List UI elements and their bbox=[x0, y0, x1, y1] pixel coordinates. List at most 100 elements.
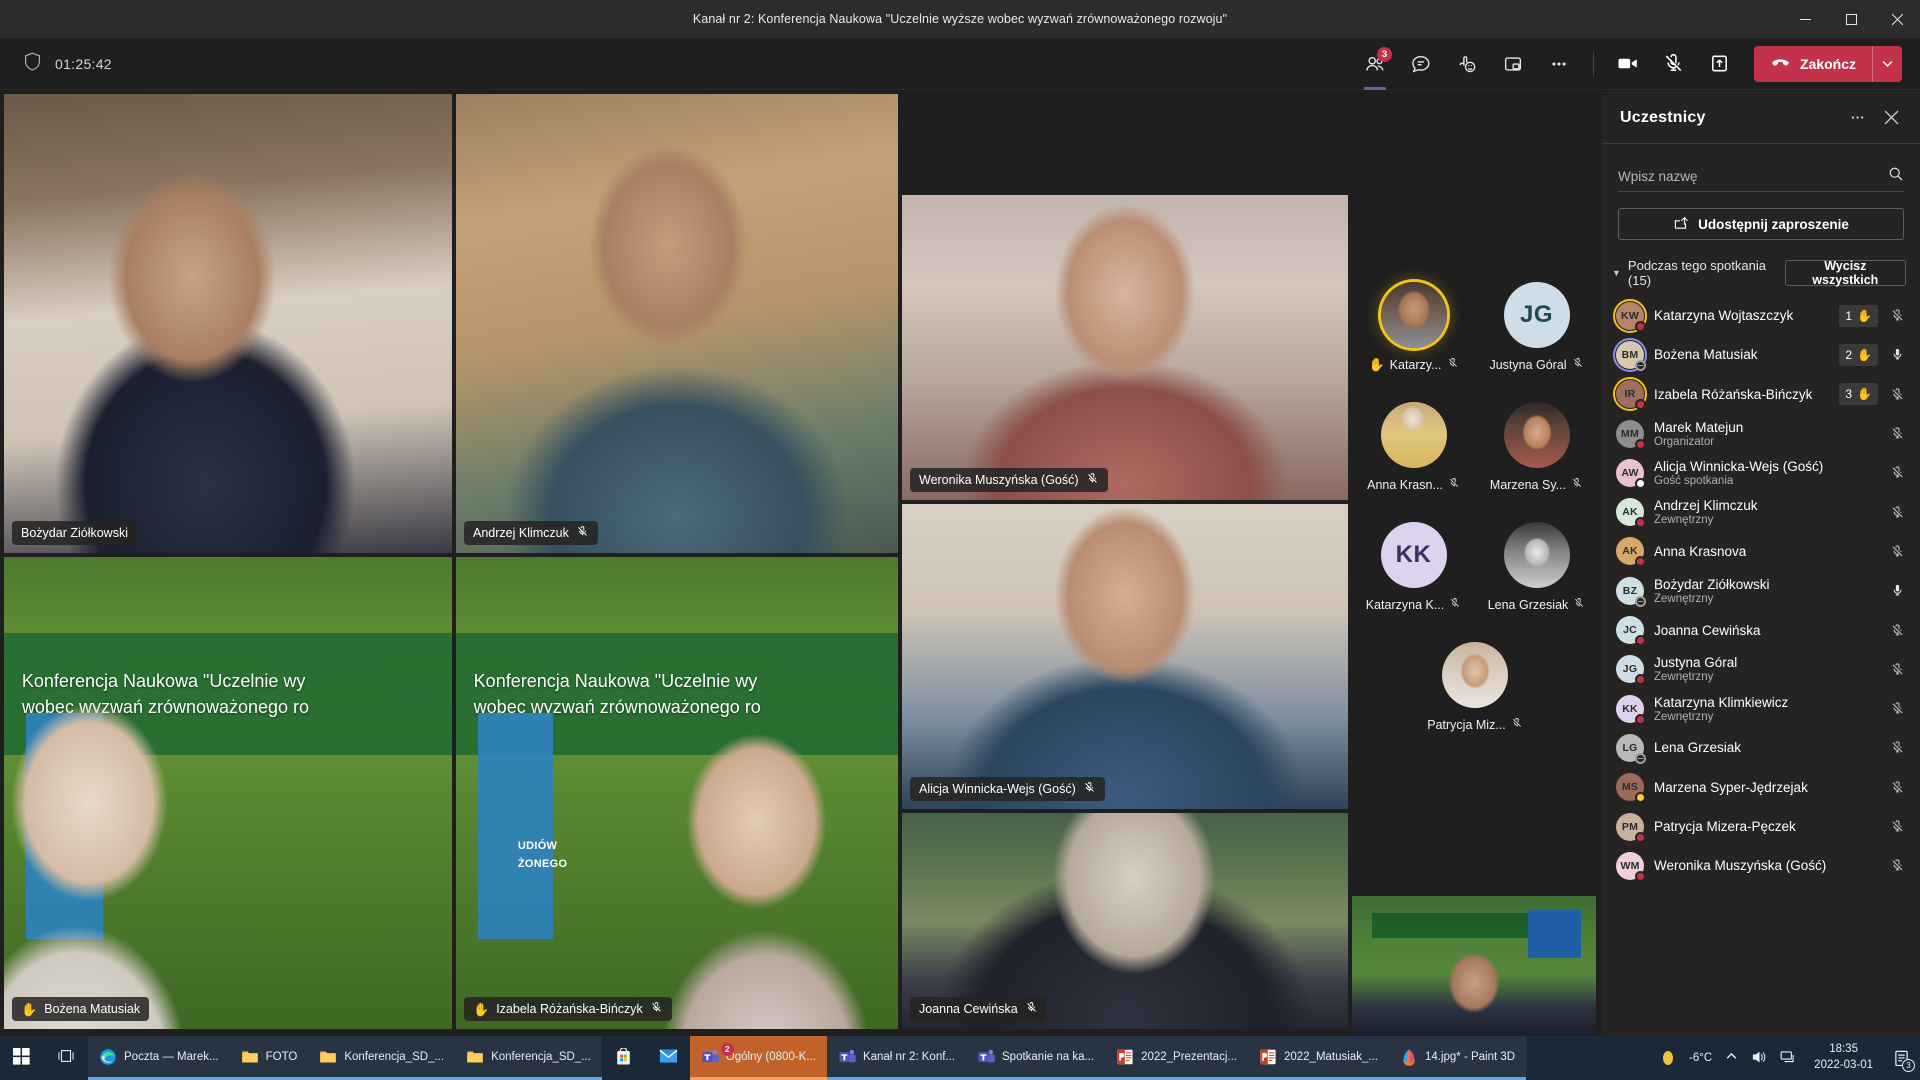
avatar-cell-lena-grzesiak[interactable]: Lena Grzesiak bbox=[1475, 522, 1598, 612]
mic-off-icon[interactable] bbox=[1888, 544, 1906, 559]
volume-icon[interactable] bbox=[1751, 1049, 1767, 1068]
participants-list[interactable]: KW Katarzyna Wojtaszczyk 1 ✋ BM Bożena M… bbox=[1602, 292, 1920, 1036]
microphone-button[interactable] bbox=[1652, 46, 1696, 82]
self-view-tile[interactable] bbox=[1352, 896, 1596, 1036]
chat-button[interactable] bbox=[1399, 46, 1443, 82]
weather-sun-icon[interactable] bbox=[1660, 1048, 1676, 1068]
participant-name: Weronika Muszyńska (Gość) bbox=[1654, 858, 1827, 874]
taskbar-item[interactable]: 2022_Prezentacj... bbox=[1105, 1036, 1248, 1080]
mic-off-icon[interactable] bbox=[1888, 740, 1906, 755]
network-icon[interactable] bbox=[1780, 1049, 1797, 1068]
search-icon[interactable] bbox=[1888, 166, 1904, 187]
start-button[interactable] bbox=[0, 1036, 44, 1080]
mic-off-icon[interactable] bbox=[1888, 858, 1906, 873]
participant-row[interactable]: AK Andrzej Klimczuk Zewnętrzny bbox=[1610, 492, 1914, 531]
breakout-rooms-button[interactable] bbox=[1491, 46, 1535, 82]
taskbar-item[interactable] bbox=[602, 1036, 646, 1080]
video-tile-weronika[interactable]: Weronika Muszyńska (Gość) bbox=[902, 195, 1348, 500]
share-button[interactable] bbox=[1698, 46, 1742, 82]
panel-more-button[interactable] bbox=[1842, 103, 1872, 133]
video-tile-izabela[interactable]: Konferencja Naukowa "Uczelnie wy wobec w… bbox=[456, 557, 898, 1029]
participant-row[interactable]: AK Anna Krasnova bbox=[1610, 532, 1914, 571]
mic-off-icon[interactable] bbox=[1888, 308, 1906, 323]
raised-hand-icon: ✋ bbox=[21, 1001, 38, 1017]
video-tile-joanna[interactable]: Joanna Cewińska bbox=[902, 813, 1348, 1029]
participant-name-block: Katarzyna Wojtaszczyk bbox=[1654, 308, 1829, 323]
reactions-button[interactable] bbox=[1445, 46, 1489, 82]
mic-off-icon[interactable] bbox=[1888, 387, 1906, 402]
mute-all-button[interactable]: Wycisz wszystkich bbox=[1784, 259, 1906, 287]
participant-row[interactable]: MM Marek Matejun Organizator bbox=[1610, 414, 1914, 453]
taskbar-item[interactable]: Konferencja_SD_... bbox=[455, 1036, 602, 1080]
more-options-button[interactable] bbox=[1537, 46, 1581, 82]
video-tile-bozena[interactable]: Konferencja Naukowa "Uczelnie wy wobec w… bbox=[4, 557, 452, 1029]
participant-name: Marzena Syper-Jędrzejak bbox=[1654, 779, 1808, 795]
participant-row[interactable]: KW Katarzyna Wojtaszczyk 1 ✋ bbox=[1610, 296, 1914, 335]
temperature-label: -6°C bbox=[1689, 1052, 1713, 1064]
taskbar-item[interactable]: FOTO bbox=[229, 1036, 309, 1080]
camera-button[interactable] bbox=[1606, 46, 1650, 82]
avatar-cell-patrycja-mizera[interactable]: Patrycja Miz... bbox=[1414, 642, 1537, 732]
search-input[interactable] bbox=[1618, 169, 1888, 184]
taskbar-item[interactable]: Poczta — Marek... bbox=[88, 1036, 230, 1080]
participant-row[interactable]: PM Patrycja Mizera-Pęczek bbox=[1610, 807, 1914, 846]
taskbar-item[interactable]: 2 Ogólny (0800-K... bbox=[689, 1036, 827, 1080]
people-button[interactable]: 3 bbox=[1353, 46, 1397, 90]
video-tile-bozydar[interactable]: Bożydar Ziółkowski bbox=[4, 94, 452, 553]
participant-row[interactable]: BM Bożena Matusiak 2 ✋ bbox=[1610, 335, 1914, 374]
mic-off-icon[interactable] bbox=[1888, 465, 1906, 480]
avatar-caption: Patrycja Miz... bbox=[1427, 717, 1523, 732]
participant-row[interactable]: KK Katarzyna Klimkiewicz Zewnętrzny bbox=[1610, 689, 1914, 728]
participant-name-block: Bożydar Ziółkowski Zewnętrzny bbox=[1654, 577, 1878, 605]
taskbar-item[interactable]: 14.jpg* - Paint 3D bbox=[1388, 1036, 1527, 1080]
maximize-button[interactable] bbox=[1828, 0, 1874, 38]
participant-row[interactable]: IR Izabela Różańska-Bińczyk 3 ✋ bbox=[1610, 375, 1914, 414]
avatar-cell-marzena-syper[interactable]: Marzena Sy... bbox=[1475, 402, 1598, 492]
participant-row[interactable]: LG Lena Grzesiak bbox=[1610, 728, 1914, 767]
participant-row[interactable]: AW Alicja Winnicka-Wejs (Gość) Gość spot… bbox=[1610, 453, 1914, 492]
participant-row[interactable]: JC Joanna Cewińska bbox=[1610, 610, 1914, 649]
mic-off-icon[interactable] bbox=[1888, 426, 1906, 441]
mic-on-icon[interactable] bbox=[1888, 583, 1906, 598]
taskbar-item[interactable]: Kanał nr 2: Konf... bbox=[826, 1036, 966, 1080]
taskbar-item-label: Konferencja_SD_... bbox=[491, 1050, 591, 1063]
mic-off-icon[interactable] bbox=[1888, 701, 1906, 716]
mic-off-icon[interactable] bbox=[1888, 819, 1906, 834]
avatar-cell-justyna-goral[interactable]: JG Justyna Góral bbox=[1475, 282, 1598, 372]
notifications-button[interactable]: 3 bbox=[1890, 1047, 1915, 1072]
minimize-button[interactable] bbox=[1782, 0, 1828, 38]
mic-off-icon[interactable] bbox=[1888, 780, 1906, 795]
mic-off-icon[interactable] bbox=[1888, 623, 1906, 638]
taskbar-item[interactable]: 2022_Matusiak_... bbox=[1247, 1036, 1389, 1080]
end-call-button[interactable]: Zakończ bbox=[1754, 46, 1872, 82]
close-button[interactable] bbox=[1874, 0, 1920, 38]
participant-row[interactable]: BZ Bożydar Ziółkowski Zewnętrzny bbox=[1610, 571, 1914, 610]
task-view-button[interactable] bbox=[44, 1036, 88, 1080]
tile-name-label: Weronika Muszyńska (Gość) bbox=[910, 468, 1108, 492]
mic-off-icon[interactable] bbox=[1888, 505, 1906, 520]
chevron-up-icon[interactable] bbox=[1725, 1050, 1738, 1066]
avatar-cell-anna-krasnova[interactable]: Anna Krasn... bbox=[1352, 402, 1475, 492]
taskbar-item-label: Spotkanie na ka... bbox=[1002, 1050, 1095, 1063]
taskbar-clock[interactable]: 18:35 2022-03-01 bbox=[1810, 1042, 1877, 1073]
avatar-cell-katarzyna-wojtaszczyk[interactable]: ✋ Katarzy... bbox=[1352, 282, 1475, 372]
taskbar-item[interactable] bbox=[646, 1036, 690, 1080]
end-call-dropdown[interactable] bbox=[1872, 45, 1902, 82]
teams-meeting-window: Kanał nr 2: Konferencja Naukowa "Uczelni… bbox=[0, 0, 1920, 1080]
avatar-cell-katarzyna-klimkiewicz[interactable]: KK Katarzyna K... bbox=[1352, 522, 1475, 612]
mic-on-icon[interactable] bbox=[1888, 347, 1906, 362]
raised-hand-chip: 2 ✋ bbox=[1839, 343, 1878, 366]
participant-row[interactable]: JG Justyna Góral Zewnętrzny bbox=[1610, 650, 1914, 689]
panel-close-button[interactable] bbox=[1876, 103, 1906, 133]
video-tile-andrzej[interactable]: Andrzej Klimczuk bbox=[456, 94, 898, 553]
mic-off-icon[interactable] bbox=[1888, 662, 1906, 677]
taskbar-item[interactable]: Konferencja_SD_... bbox=[308, 1036, 456, 1080]
participant-row[interactable]: WM Weronika Muszyńska (Gość) bbox=[1610, 846, 1914, 885]
share-invite-button[interactable]: Udostępnij zaproszenie bbox=[1618, 208, 1904, 240]
raised-hand-icon: ✋ bbox=[1857, 387, 1872, 402]
video-feed: Konferencja Naukowa "Uczelnie wy wobec w… bbox=[4, 557, 452, 1029]
video-tile-alicja[interactable]: Alicja Winnicka-Wejs (Gość) bbox=[902, 504, 1348, 809]
participant-row[interactable]: MS Marzena Syper-Jędrzejak bbox=[1610, 768, 1914, 807]
chevron-down-icon[interactable]: ▼ bbox=[1612, 268, 1621, 278]
taskbar-item[interactable]: Spotkanie na ka... bbox=[966, 1036, 1106, 1080]
